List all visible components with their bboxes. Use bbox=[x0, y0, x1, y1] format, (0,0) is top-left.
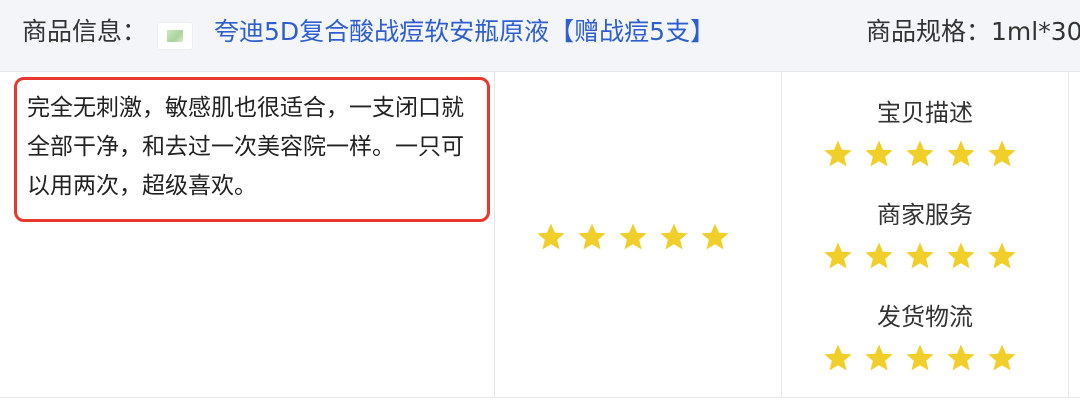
star-icon bbox=[699, 221, 731, 253]
star-icon bbox=[863, 138, 895, 170]
description-rating-stars bbox=[822, 138, 1018, 170]
rating-label-service: 商家服务 bbox=[877, 201, 973, 229]
rating-label-description: 宝贝描述 bbox=[877, 99, 973, 127]
column-divider bbox=[1068, 72, 1069, 398]
service-rating-stars bbox=[822, 240, 1018, 272]
star-icon bbox=[576, 221, 608, 253]
product-spec: 商品规格：1ml*30 bbox=[866, 17, 1080, 46]
star-icon bbox=[863, 342, 895, 374]
review-text: 完全无刺激，敏感肌也很适合，一支闭口就全部干净，和去过一次美容院一样。一只可以用… bbox=[27, 95, 464, 199]
review-highlight-box: 完全无刺激，敏感肌也很适合，一支闭口就全部干净，和去过一次美容院一样。一只可以用… bbox=[14, 77, 490, 222]
overall-rating-stars bbox=[535, 221, 731, 253]
star-icon bbox=[904, 342, 936, 374]
star-icon bbox=[986, 138, 1018, 170]
product-info-bar: 商品信息： 夸迪5D复合酸战痘软安瓶原液【赠战痘5支】 商品规格：1ml*30 bbox=[0, 0, 1080, 72]
product-thumbnail-icon[interactable] bbox=[157, 22, 193, 50]
star-icon bbox=[822, 342, 854, 374]
product-info-label: 商品信息： bbox=[22, 17, 148, 46]
star-icon bbox=[904, 138, 936, 170]
star-icon bbox=[822, 240, 854, 272]
review-page: 商品信息： 夸迪5D复合酸战痘软安瓶原液【赠战痘5支】 商品规格：1ml*30 … bbox=[0, 0, 1080, 409]
thumbnail-image bbox=[167, 30, 183, 42]
star-icon bbox=[986, 342, 1018, 374]
star-icon bbox=[904, 240, 936, 272]
star-icon bbox=[945, 138, 977, 170]
logistics-rating-stars bbox=[822, 342, 1018, 374]
rating-label-logistics: 发货物流 bbox=[877, 303, 973, 331]
review-row: 完全无刺激，敏感肌也很适合，一支闭口就全部干净，和去过一次美容院一样。一只可以用… bbox=[0, 72, 1080, 398]
star-icon bbox=[617, 221, 649, 253]
star-icon bbox=[535, 221, 567, 253]
star-icon bbox=[658, 221, 690, 253]
star-icon bbox=[945, 342, 977, 374]
column-divider bbox=[494, 72, 495, 398]
star-icon bbox=[863, 240, 895, 272]
star-icon bbox=[986, 240, 1018, 272]
product-name-link[interactable]: 夸迪5D复合酸战痘软安瓶原液【赠战痘5支】 bbox=[214, 15, 715, 49]
star-icon bbox=[822, 138, 854, 170]
star-icon bbox=[945, 240, 977, 272]
